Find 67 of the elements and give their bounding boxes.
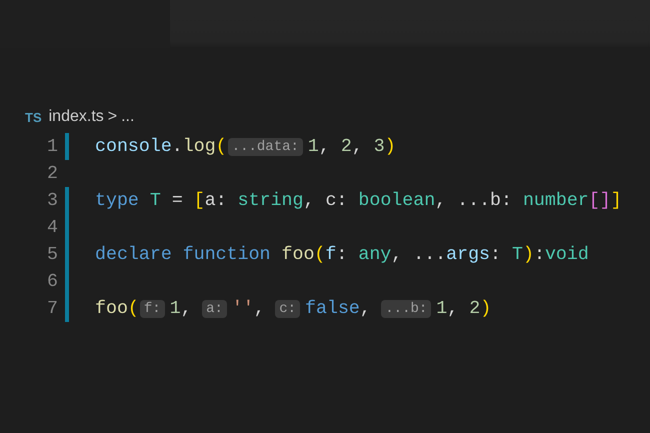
line-number: 3 — [46, 190, 58, 210]
inlay-hint: ...data: — [228, 138, 303, 156]
bracket: ) — [522, 244, 534, 264]
function-name: foo — [282, 244, 314, 264]
string-literal: '' — [232, 298, 254, 318]
inlay-hint: f: — [140, 300, 165, 318]
line-number: 6 — [46, 272, 58, 292]
type-name: void — [544, 244, 589, 264]
punctuation: , — [360, 298, 371, 318]
punctuation: , — [352, 136, 363, 156]
line-number: 1 — [46, 136, 58, 156]
punctuation: ...b: — [457, 190, 512, 210]
punctuation: , — [180, 298, 192, 318]
punctuation: : — [336, 244, 348, 264]
function-name: foo — [95, 298, 128, 318]
keyword: false — [305, 298, 360, 318]
punctuation: . — [172, 136, 183, 156]
type-name: string — [238, 190, 304, 210]
inlay-hint: c: — [275, 300, 300, 318]
punctuation: : — [534, 244, 545, 264]
line-number: 2 — [46, 164, 58, 184]
number-literal: 1 — [308, 136, 319, 156]
punctuation: , — [447, 298, 458, 318]
inlay-hint: a: — [202, 300, 227, 318]
breadcrumb-file[interactable]: index.ts — [48, 108, 104, 126]
line-number: 7 — [46, 298, 58, 318]
bracket: ) — [480, 298, 492, 318]
bracket: [] — [588, 190, 611, 210]
punctuation: a: — [204, 190, 227, 210]
function-name: log — [182, 136, 216, 156]
type-name: T — [150, 190, 161, 210]
punctuation: ... — [413, 244, 446, 264]
typescript-file-icon: TS — [25, 110, 42, 124]
punctuation: , — [391, 244, 402, 264]
type-name: number — [522, 190, 589, 210]
number-literal: 3 — [374, 136, 385, 156]
line-number: 4 — [46, 218, 58, 238]
number-literal: 1 — [170, 298, 181, 318]
bracket: ) — [384, 136, 396, 156]
bracket: ] — [610, 190, 622, 210]
bracket: ( — [216, 136, 227, 156]
breadcrumb-symbol[interactable]: ... — [121, 108, 134, 126]
punctuation: = — [172, 190, 183, 210]
punctuation: , — [318, 136, 330, 156]
keyword: declare — [95, 244, 172, 264]
number-literal: 2 — [469, 298, 480, 318]
punctuation: c: — [325, 190, 348, 210]
number-literal: 2 — [340, 136, 352, 156]
punctuation: , — [435, 190, 446, 210]
identifier: args — [446, 244, 490, 264]
type-name: boolean — [358, 190, 436, 210]
line-number: 5 — [46, 244, 58, 264]
identifier: f — [325, 244, 336, 264]
bracket: ( — [128, 298, 139, 318]
inlay-hint: ...b: — [381, 300, 432, 318]
number-literal: 1 — [436, 298, 448, 318]
chevron-icon: > — [108, 108, 118, 126]
bracket: [ — [194, 190, 205, 210]
type-name: T — [512, 244, 523, 264]
bracket: ( — [314, 244, 326, 264]
type-name: any — [358, 244, 392, 264]
punctuation: , — [254, 298, 265, 318]
keyword: function — [182, 244, 271, 264]
identifier: console — [95, 136, 172, 156]
punctuation: : — [490, 244, 502, 264]
keyword: type — [95, 190, 139, 210]
punctuation: , — [304, 190, 314, 210]
